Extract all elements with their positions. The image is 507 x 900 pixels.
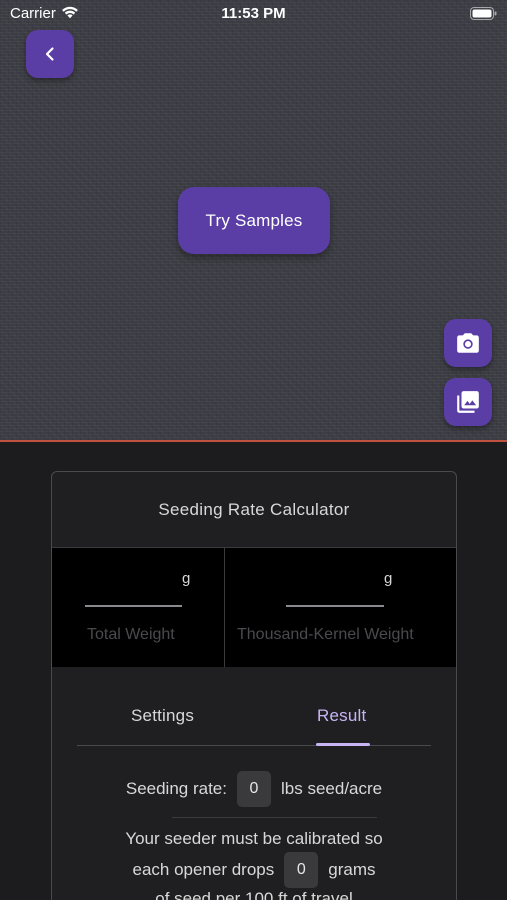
seeding-rate-row: Seeding rate: 0 lbs seed/acre [52,771,456,807]
camera-button[interactable] [444,319,492,367]
calculator-tabs: Settings Result [77,694,431,746]
weight-inputs-row: g Total Weight g Thousand-Kernel Weight [52,548,456,667]
total-weight-unit: g [182,570,191,587]
calibration-row: each opener drops 0 grams [52,852,456,888]
gallery-button[interactable] [444,378,492,426]
tkw-label: Thousand-Kernel Weight [237,626,414,643]
seeding-rate-label: Seeding rate: [125,779,227,798]
tab-result[interactable]: Result [317,706,366,726]
tkw-underline [286,605,384,607]
tab-settings[interactable]: Settings [131,706,194,726]
seeding-rate-value: 0 [237,771,271,807]
camera-icon [457,333,479,353]
result-divider [172,817,377,818]
calibration-value: 0 [284,852,319,888]
seeding-rate-unit: lbs seed/acre [281,779,383,798]
preview-divider [0,440,507,442]
total-weight-underline [85,605,182,607]
calibration-text-1: Your seeder must be calibrated so [125,829,383,848]
gallery-icon [457,391,479,413]
back-button[interactable] [26,30,74,78]
total-weight-field[interactable]: g Total Weight [52,548,225,667]
camera-preview: Carrier 11:53 PM Try Samples [0,0,507,441]
status-time: 11:53 PM [221,5,286,22]
calculator-card: Seeding Rate Calculator g Total Weight g… [51,471,457,900]
battery-icon [470,7,497,20]
tab-indicator [316,743,370,746]
calibration-text-2a: each opener drops [132,860,275,879]
total-weight-label: Total Weight [87,626,175,643]
back-chevron-icon [45,47,54,61]
calibration-text-3: of seed per 100 ft of travel [155,889,353,900]
calibration-text-2b: grams [328,860,376,879]
calculator-title: Seeding Rate Calculator [52,472,456,548]
thousand-kernel-weight-field[interactable]: g Thousand-Kernel Weight [226,548,456,667]
try-samples-button[interactable]: Try Samples [178,187,330,254]
tkw-unit: g [384,570,393,587]
status-bar: Carrier 11:53 PM [0,0,507,28]
